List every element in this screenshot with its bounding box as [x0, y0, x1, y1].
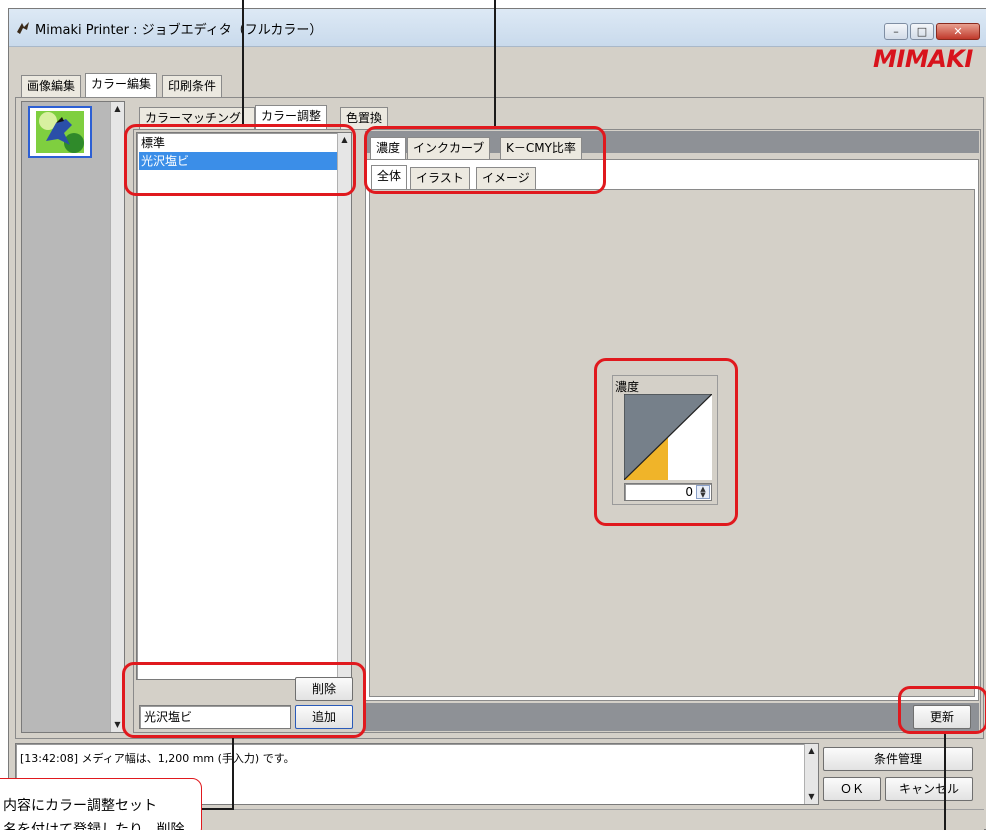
minimize-button[interactable]: –: [884, 23, 908, 40]
minimize-icon: –: [893, 25, 899, 38]
title-bar: Mimaki Printer : ジョブエディタ（フルカラー） – □ ✕: [9, 9, 986, 47]
tab-color-edit[interactable]: カラー編集: [85, 73, 158, 97]
tab-print-conditions[interactable]: 印刷条件: [162, 75, 223, 97]
thumbnail-image: [36, 111, 84, 153]
condition-manage-button[interactable]: 条件管理: [823, 747, 973, 771]
close-icon: ✕: [953, 25, 963, 38]
close-button[interactable]: ✕: [936, 23, 980, 40]
thumbnail-scrollbar[interactable]: ▲ ▼: [110, 102, 124, 732]
callout-adjust-set-list: [124, 124, 356, 196]
scroll-up-icon[interactable]: ▲: [805, 744, 818, 758]
annotation-line-1: 内容にカラー調整セット: [3, 798, 157, 814]
mimaki-logo: MIMAKI: [873, 45, 973, 73]
leader-line-add: [232, 738, 234, 810]
ok-button[interactable]: ＯＫ: [823, 777, 881, 801]
annotation-box: 内容にカラー調整セット 名を付けて登録したり、削除: [0, 778, 202, 830]
tab-image-edit[interactable]: 画像編集: [21, 75, 82, 97]
app-icon: [17, 22, 29, 34]
leader-line-add-horizontal: [202, 808, 234, 810]
maximize-icon: □: [916, 25, 928, 38]
adjust-set-list[interactable]: 標準 光沢塩ビ ▲: [136, 132, 352, 680]
callout-adjust-tabs: [364, 126, 606, 194]
callout-density-control: [594, 358, 738, 526]
maximize-button[interactable]: □: [910, 23, 934, 40]
update-bar: [365, 703, 979, 731]
window-title: Mimaki Printer : ジョブエディタ（フルカラー）: [35, 23, 323, 38]
callout-update-button: [898, 686, 986, 734]
leader-line-update: [944, 734, 946, 830]
scroll-up-icon[interactable]: ▲: [111, 102, 124, 116]
scroll-down-icon[interactable]: ▼: [805, 790, 818, 804]
annotation-line-2: 名を付けて登録したり、削除: [3, 822, 185, 830]
leader-line-tabs: [494, 0, 496, 126]
log-message: [13:42:08] メディア幅は、1,200 mm (手入力) です。: [20, 752, 295, 765]
cancel-button[interactable]: キャンセル: [885, 777, 973, 801]
callout-add-delete: [122, 662, 366, 738]
thumbnail-list: ▲ ▼: [21, 101, 125, 733]
leader-line-list: [242, 0, 244, 124]
adjust-set-scrollbar[interactable]: ▲: [337, 133, 351, 679]
thumbnail-item[interactable]: [28, 106, 92, 158]
log-scrollbar[interactable]: ▲ ▼: [804, 744, 818, 804]
